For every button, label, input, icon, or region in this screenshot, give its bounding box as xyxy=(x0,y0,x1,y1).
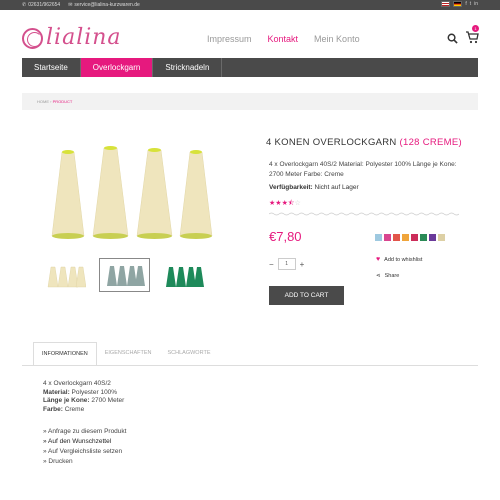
thumbnail-grey[interactable] xyxy=(99,258,150,292)
swatch[interactable] xyxy=(375,234,382,241)
quantity-stepper: − 1 + xyxy=(269,258,304,270)
tab-content-info: 4 x Overlockgarn 40S/2 Material: Polyest… xyxy=(43,380,125,413)
search-icon[interactable] xyxy=(447,33,458,44)
facebook-icon[interactable]: f xyxy=(465,1,466,7)
link-drucken[interactable]: » Drucken xyxy=(43,457,126,467)
thumbnail-strip xyxy=(40,258,209,292)
menu-startseite[interactable]: Startseite xyxy=(22,58,81,77)
nav-mein-konto[interactable]: Mein Konto xyxy=(314,34,360,44)
yarn-ball-icon xyxy=(22,28,43,49)
twitter-icon[interactable]: t xyxy=(470,1,471,7)
star-empty-icon: ☆ xyxy=(294,200,301,207)
plus-icon[interactable]: + xyxy=(300,260,305,269)
wavy-divider xyxy=(269,212,459,216)
english-flag-icon[interactable] xyxy=(441,1,451,7)
breadcrumb-current: PRODUCT xyxy=(52,99,73,104)
link-wunschzettel[interactable]: » Auf den Wunschzettel xyxy=(43,437,126,447)
wishlist-link[interactable]: ♥ Add to whishlist xyxy=(376,256,422,263)
tab-schlagworte[interactable]: SCHLAGWORTE xyxy=(160,342,219,365)
swatch[interactable] xyxy=(384,234,391,241)
tab-divider xyxy=(22,365,478,366)
main-menu: Startseite Overlockgarn Stricknadeln xyxy=(22,58,478,77)
breadcrumb-home[interactable]: HOME xyxy=(37,99,49,104)
minus-icon[interactable]: − xyxy=(269,260,274,269)
heart-icon: ♥ xyxy=(376,256,381,263)
menu-stricknadeln[interactable]: Stricknadeln xyxy=(153,58,223,77)
swatch[interactable] xyxy=(438,234,445,241)
mail-icon: ✉ xyxy=(68,2,73,8)
product-tabs: INFORMATIONEN EIGENSCHAFTEN SCHLAGWORTE xyxy=(33,342,219,365)
link-vergleichsliste[interactable]: » Auf Vergleichsliste setzen xyxy=(43,447,126,457)
logo-text: lialina xyxy=(46,25,122,50)
tab-eigenschaften[interactable]: EIGENSCHAFTEN xyxy=(97,342,160,365)
linkedin-icon[interactable]: in xyxy=(474,1,478,7)
thumbnail-cream[interactable] xyxy=(40,258,91,292)
availability-status: Nicht auf Lager xyxy=(314,184,359,191)
swatch[interactable] xyxy=(429,234,436,241)
quantity-input[interactable]: 1 xyxy=(277,258,296,270)
top-navigation: Impressum Kontakt Mein Konto xyxy=(207,34,360,44)
swatch[interactable] xyxy=(420,234,427,241)
top-bar: ✆ 02631/962654 ✉ service@lialina-kurzwaren… xyxy=(0,0,500,10)
email-contact[interactable]: ✉ service@lialina-kurzwaren.de xyxy=(68,2,140,8)
header: lialina Impressum Kontakt Mein Konto 1 xyxy=(0,10,500,58)
product-title: 4 KONEN OVERLOCKGARN (128 CREME) xyxy=(266,137,462,148)
breadcrumb: HOME › PRODUCT xyxy=(22,93,478,110)
phone-icon: ✆ xyxy=(22,2,27,8)
swatch[interactable] xyxy=(411,234,418,241)
product-description: 4 x Overlockgarn 40S/2 Material: Polyest… xyxy=(269,161,457,178)
availability: Verfügbarkeit: Nicht auf Lager xyxy=(269,184,359,191)
german-flag-icon[interactable] xyxy=(453,1,463,7)
product-price: €7,80 xyxy=(269,229,302,244)
add-to-cart-button[interactable]: ADD TO CART xyxy=(269,286,344,305)
product-color-label: (128 CREME) xyxy=(399,137,462,148)
menu-overlockgarn[interactable]: Overlockgarn xyxy=(80,58,154,77)
share-icon: ⋖ xyxy=(376,273,381,279)
color-swatches xyxy=(375,234,445,241)
rating-stars: ★★★⯪☆ xyxy=(269,199,301,210)
swatch[interactable] xyxy=(402,234,409,241)
link-anfrage[interactable]: » Anfrage zu diesem Produkt xyxy=(43,427,126,437)
tab-informationen[interactable]: INFORMATIONEN xyxy=(33,342,97,365)
phone-contact[interactable]: ✆ 02631/962654 xyxy=(22,2,60,8)
thumbnail-green[interactable] xyxy=(158,258,209,292)
share-link[interactable]: ⋖ Share xyxy=(376,273,399,279)
cart-icon[interactable] xyxy=(465,30,479,44)
logo[interactable]: lialina xyxy=(22,24,134,54)
cart-count-badge: 1 xyxy=(472,25,479,32)
product-main-image[interactable] xyxy=(40,140,240,245)
nav-impressum[interactable]: Impressum xyxy=(207,34,252,44)
nav-kontakt[interactable]: Kontakt xyxy=(268,34,299,44)
swatch[interactable] xyxy=(393,234,400,241)
product-links: » Anfrage zu diesem Produkt » Auf den Wu… xyxy=(43,427,126,467)
